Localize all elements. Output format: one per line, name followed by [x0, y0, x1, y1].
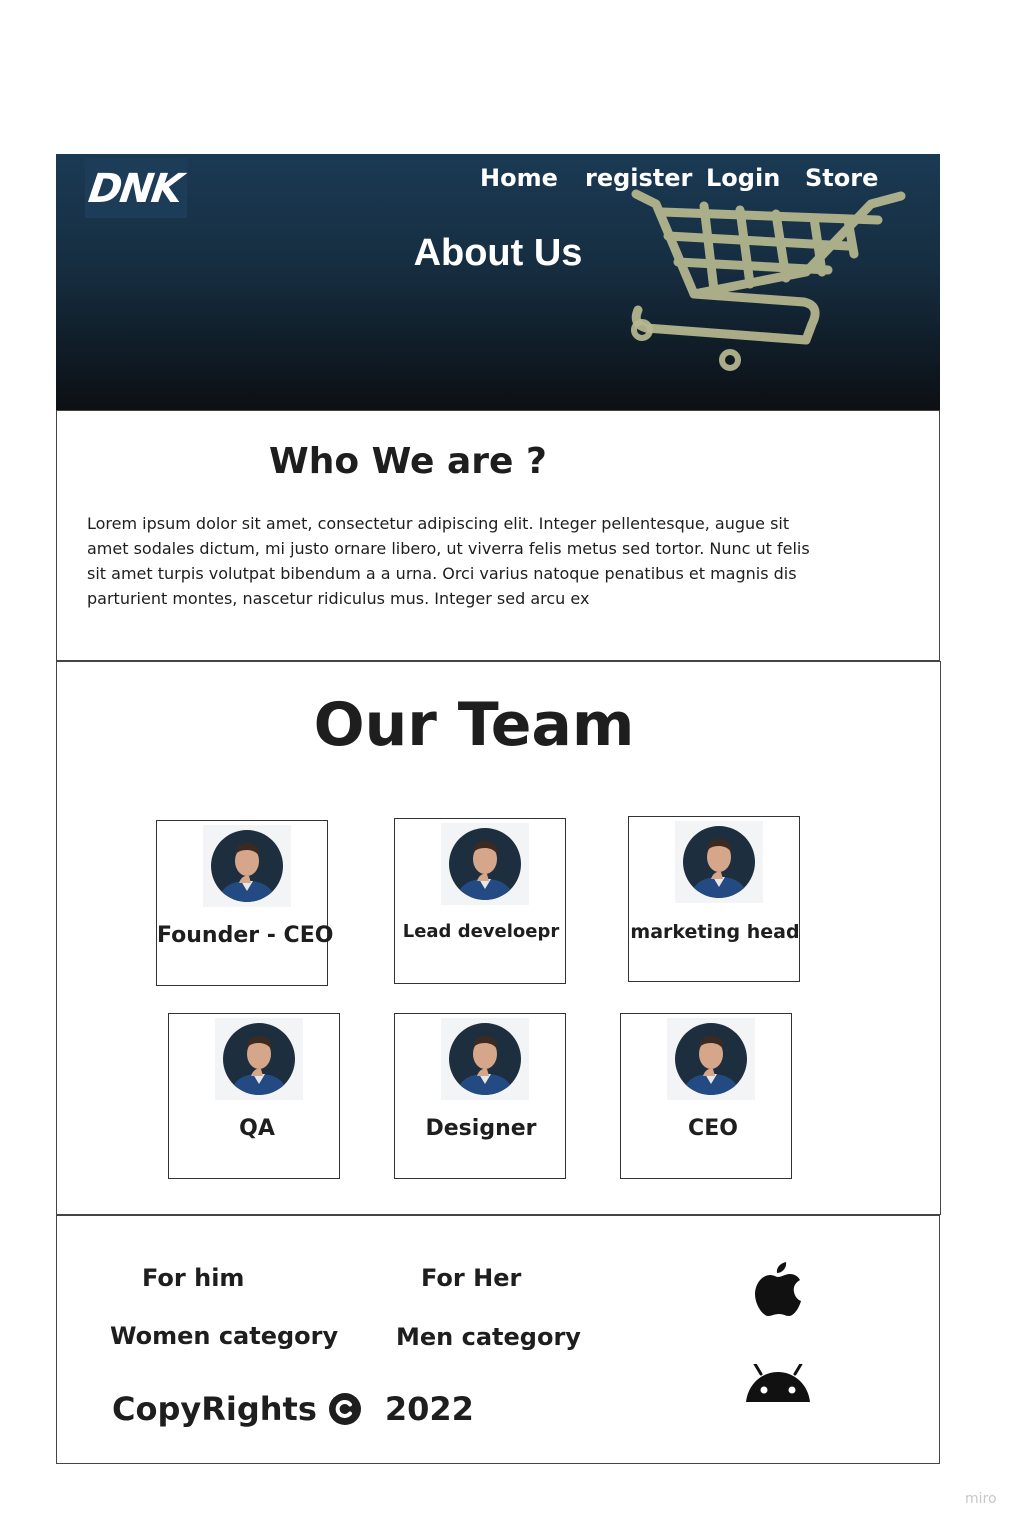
- women-category-link[interactable]: Women category: [110, 1322, 338, 1350]
- person-portrait-icon: [683, 826, 755, 898]
- avatar: [215, 1018, 303, 1100]
- team-member-card[interactable]: Designer: [394, 1013, 566, 1179]
- logo[interactable]: DNK: [85, 158, 187, 218]
- nav-store[interactable]: Store: [805, 164, 878, 192]
- team-member-card[interactable]: Founder - CEO: [156, 820, 334, 986]
- person-portrait-icon: [211, 830, 283, 902]
- team-member-card[interactable]: marketing head: [628, 816, 800, 982]
- copyright: CopyRights 2022: [112, 1390, 474, 1428]
- person-portrait-icon: [449, 1023, 521, 1095]
- avatar: [667, 1018, 755, 1100]
- our-team-section: Our Team Founder - CEO Lead develoepr ma: [56, 661, 941, 1215]
- member-role: Designer: [425, 1116, 537, 1141]
- miro-watermark: miro: [965, 1491, 997, 1507]
- nav-register[interactable]: register: [585, 164, 692, 192]
- apple-icon[interactable]: [753, 1258, 803, 1318]
- who-we-are-section: Who We are ? Lorem ipsum dolor sit amet,…: [56, 410, 940, 661]
- who-we-are-heading: Who We are ?: [269, 441, 547, 482]
- person-portrait-icon: [223, 1023, 295, 1095]
- member-role: Founder - CEO: [157, 923, 334, 948]
- logo-text: DNK: [85, 166, 184, 212]
- nav-login[interactable]: Login: [706, 164, 780, 192]
- our-team-heading: Our Team: [313, 690, 635, 760]
- hero-banner: DNK Home register Login Store About Us: [56, 154, 940, 410]
- team-member-card[interactable]: QA: [168, 1013, 340, 1179]
- member-role: Lead develoepr: [402, 921, 560, 942]
- team-member-card[interactable]: CEO: [620, 1013, 792, 1179]
- person-portrait-icon: [449, 828, 521, 900]
- copyright-icon: [328, 1393, 361, 1425]
- copyright-label: CopyRights: [112, 1390, 317, 1428]
- team-member-card[interactable]: Lead develoepr: [394, 818, 566, 984]
- men-category-link[interactable]: Men category: [396, 1323, 581, 1351]
- avatar: [675, 821, 763, 903]
- member-role: marketing head: [630, 921, 800, 943]
- shopping-cart-icon: [631, 189, 906, 371]
- avatar: [203, 825, 291, 907]
- member-role: QA: [239, 1116, 275, 1141]
- copyright-year: 2022: [384, 1390, 474, 1428]
- footer: For him For Her Women category Men categ…: [56, 1215, 940, 1464]
- avatar: [441, 1018, 529, 1100]
- who-we-are-text: Lorem ipsum dolor sit amet, consectetur …: [87, 514, 810, 608]
- person-portrait-icon: [675, 1023, 747, 1095]
- nav-home[interactable]: Home: [480, 164, 558, 192]
- android-icon[interactable]: [745, 1364, 811, 1404]
- page-title: About Us: [413, 232, 583, 274]
- avatar: [441, 823, 529, 905]
- member-role: CEO: [688, 1116, 738, 1141]
- for-her-link[interactable]: For Her: [421, 1264, 521, 1292]
- for-him-link[interactable]: For him: [142, 1264, 244, 1292]
